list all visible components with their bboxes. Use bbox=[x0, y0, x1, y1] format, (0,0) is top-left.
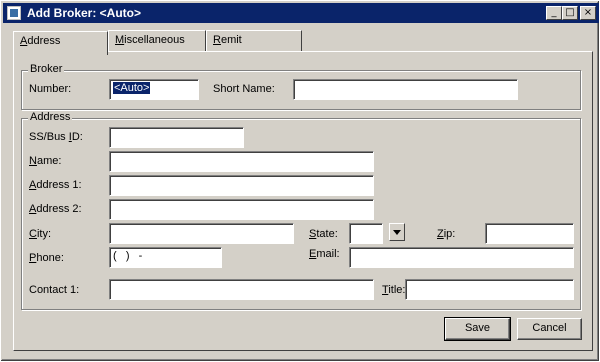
city-post: ity: bbox=[36, 228, 52, 240]
address-group-title: Address bbox=[28, 111, 73, 123]
add-broker-window: Add Broker: <Auto> _ □ × Address Miscell… bbox=[0, 0, 600, 362]
contact1-label: Contact 1: bbox=[29, 284, 80, 296]
broker-group-title: Broker bbox=[28, 63, 65, 75]
address2-label: Address 2: bbox=[29, 203, 82, 215]
tab-remit[interactable]: Remit bbox=[206, 30, 302, 52]
phone-post: hone: bbox=[36, 252, 64, 264]
title-field[interactable] bbox=[405, 279, 574, 300]
maximize-button[interactable]: □ bbox=[562, 6, 578, 20]
city-accel: C bbox=[29, 228, 37, 240]
zip-field[interactable] bbox=[485, 223, 574, 244]
state-field[interactable] bbox=[349, 223, 383, 244]
minimize-button[interactable]: _ bbox=[546, 6, 562, 20]
name-label: Name: bbox=[29, 155, 61, 167]
email-post: mail: bbox=[316, 248, 340, 260]
address2-field[interactable] bbox=[109, 199, 374, 220]
email-label: Email: bbox=[309, 248, 340, 260]
state-label: State: bbox=[309, 228, 338, 240]
tab-miscellaneous[interactable]: Miscellaneous bbox=[108, 30, 206, 52]
phone-label: Phone: bbox=[29, 252, 64, 264]
title-label: Title: bbox=[382, 284, 405, 296]
tab-address[interactable]: Address bbox=[13, 31, 108, 55]
short-name-field[interactable] bbox=[293, 79, 518, 100]
address1-post: ddress 1: bbox=[36, 179, 82, 191]
ssbus-id-label: SS/Bus ID: bbox=[29, 131, 83, 143]
address1-label: Address 1: bbox=[29, 179, 82, 191]
zip-label: Zip: bbox=[437, 228, 455, 240]
ssbus-post: D: bbox=[71, 131, 83, 143]
short-name-label: Short Name: bbox=[213, 83, 275, 95]
state-dropdown-button[interactable] bbox=[389, 223, 405, 241]
name-post: ame: bbox=[36, 155, 62, 167]
number-field[interactable]: <Auto> bbox=[109, 79, 199, 100]
name-field[interactable] bbox=[109, 151, 374, 172]
save-button[interactable]: Save bbox=[444, 317, 511, 341]
state-post: tate: bbox=[316, 228, 338, 240]
window-title: Add Broker: <Auto> bbox=[27, 6, 142, 20]
contact1-field[interactable] bbox=[109, 279, 374, 300]
tab-remit-accel: R bbox=[213, 34, 221, 46]
email-field[interactable] bbox=[349, 247, 574, 268]
zip-post: ip: bbox=[443, 228, 456, 240]
number-field-value: <Auto> bbox=[113, 82, 151, 94]
number-label: Number: bbox=[29, 83, 72, 95]
app-icon[interactable] bbox=[7, 6, 21, 20]
address1-field[interactable] bbox=[109, 175, 374, 196]
title-bar[interactable]: Add Broker: <Auto> _ □ × bbox=[3, 3, 599, 23]
phone-field[interactable]: ( ) - bbox=[109, 247, 222, 268]
cancel-button[interactable]: Cancel bbox=[517, 318, 582, 340]
city-field[interactable] bbox=[109, 223, 294, 244]
city-label: City: bbox=[29, 228, 51, 240]
close-button[interactable]: × bbox=[580, 6, 596, 20]
address2-post: ddress 2: bbox=[36, 203, 82, 215]
ssbus-id-field[interactable] bbox=[109, 127, 244, 148]
tab-misc-accel: M bbox=[115, 34, 125, 46]
zip-accel: Z bbox=[437, 228, 444, 240]
tab-misc-label: iscellaneous bbox=[124, 34, 185, 46]
tab-remit-label: emit bbox=[220, 34, 242, 46]
tab-address-label: ddress bbox=[27, 35, 61, 47]
title-post: itle: bbox=[388, 284, 406, 296]
name-accel: N bbox=[29, 155, 37, 167]
ssbus-pre: SS/Bus bbox=[29, 131, 69, 143]
